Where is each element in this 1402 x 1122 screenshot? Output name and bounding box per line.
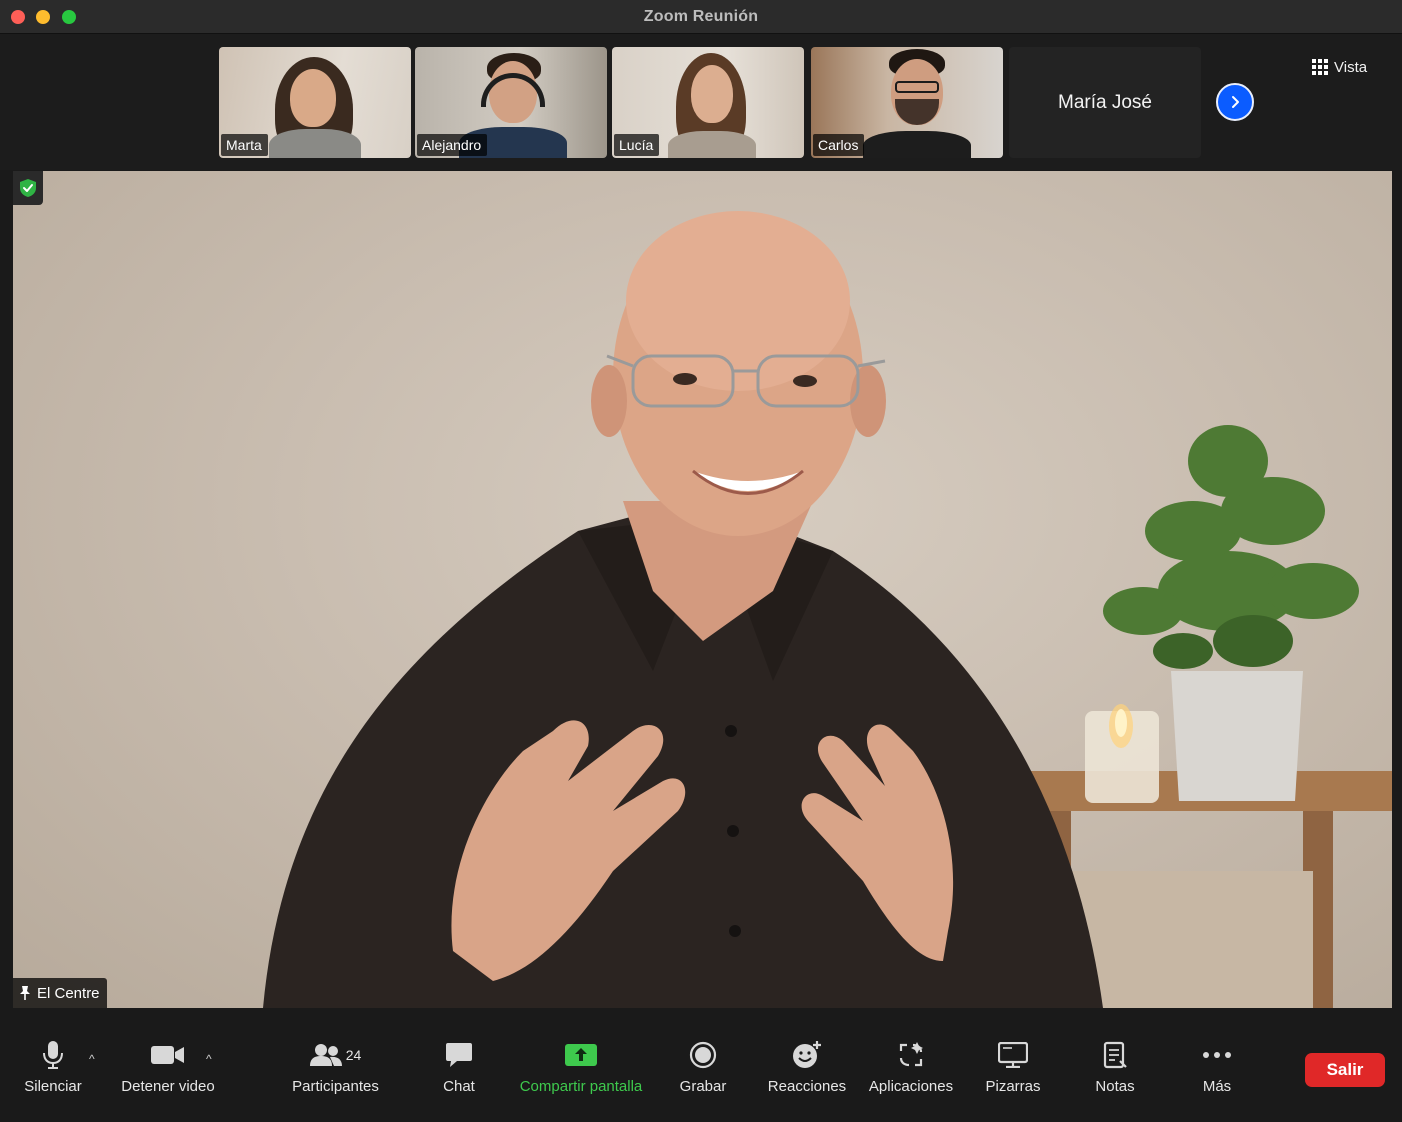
notes-label: Notas — [1095, 1078, 1135, 1095]
notes-button[interactable]: Notas — [1093, 1038, 1137, 1095]
record-icon — [689, 1041, 717, 1069]
notes-icon — [1103, 1041, 1127, 1069]
whiteboard-icon — [998, 1042, 1028, 1068]
filmstrip-next-button[interactable] — [1216, 83, 1254, 121]
microphone-icon — [43, 1041, 63, 1069]
mute-label: Silenciar — [24, 1078, 82, 1095]
record-button[interactable]: Grabar — [679, 1038, 727, 1095]
mute-button[interactable]: Silenciar — [22, 1038, 84, 1095]
glasses-icon — [895, 81, 939, 93]
whiteboards-label: Pizarras — [985, 1078, 1041, 1095]
reactions-button[interactable]: Reacciones — [766, 1038, 848, 1095]
pin-icon — [20, 986, 30, 1000]
participants-count: 24 — [345, 1047, 362, 1063]
participant-name: Lucía — [614, 134, 660, 156]
participants-label: Participantes — [292, 1078, 379, 1095]
grid-icon — [1312, 59, 1328, 75]
speaker-name: El Centre — [37, 984, 100, 1002]
chat-label: Chat — [443, 1078, 475, 1095]
shield-check-icon — [20, 179, 36, 197]
participants-button[interactable]: 24 Participantes — [289, 1038, 382, 1095]
participant-tile-maria-jose[interactable]: María José — [1009, 47, 1201, 158]
apps-icon — [899, 1042, 923, 1067]
view-button-label: Vista — [1334, 58, 1368, 76]
window-title: Zoom Reunión — [643, 8, 759, 25]
more-label: Más — [1202, 1078, 1232, 1095]
participant-name: Carlos — [813, 134, 865, 156]
view-button[interactable]: Vista — [1312, 54, 1367, 80]
chat-bubble-icon — [446, 1043, 472, 1067]
chevron-right-icon — [1232, 96, 1239, 108]
participants-icon — [309, 1044, 342, 1066]
leave-meeting-button[interactable]: Salir — [1305, 1053, 1385, 1087]
reactions-label: Reacciones — [767, 1078, 847, 1095]
audio-options-caret-icon[interactable]: ^ — [89, 1052, 95, 1066]
whiteboards-button[interactable]: Pizarras — [984, 1038, 1042, 1095]
participant-name: Alejandro — [417, 134, 488, 156]
participant-tile-lucia[interactable]: Lucía — [612, 47, 804, 158]
share-screen-button[interactable]: Compartir pantalla — [516, 1038, 646, 1095]
video-camera-icon — [151, 1046, 184, 1064]
chat-button[interactable]: Chat — [440, 1038, 478, 1095]
record-label: Grabar — [679, 1078, 727, 1095]
more-button[interactable]: Más — [1200, 1038, 1234, 1095]
speaker-name-label: El Centre — [13, 978, 107, 1008]
participant-tile-marta[interactable]: Marta — [219, 47, 411, 158]
active-speaker-video[interactable]: El Centre — [13, 171, 1392, 1008]
participant-filmstrip: Marta Alejandro Lucía Carlos María José — [0, 34, 1402, 170]
participant-name: María José — [1058, 91, 1152, 113]
title-bar: Zoom Reunión — [0, 0, 1402, 34]
apps-button[interactable]: Aplicaciones — [866, 1038, 956, 1095]
stop-video-button[interactable]: Detener video — [118, 1038, 218, 1095]
participant-tile-alejandro[interactable]: Alejandro — [415, 47, 607, 158]
reactions-smiley-icon — [793, 1041, 821, 1068]
apps-label: Aplicaciones — [868, 1078, 954, 1095]
video-options-caret-icon[interactable]: ^ — [206, 1052, 212, 1066]
speaker-video-frame — [263, 211, 1392, 1008]
security-badge[interactable] — [13, 171, 43, 205]
participant-name: Marta — [221, 134, 268, 156]
more-dots-icon — [1203, 1052, 1231, 1058]
share-screen-icon — [565, 1044, 597, 1066]
meeting-toolbar: Silenciar ^ Detener video ^ 24 Participa… — [0, 1008, 1402, 1122]
participant-tile-carlos[interactable]: Carlos — [811, 47, 1003, 158]
stop-video-label: Detener video — [121, 1078, 215, 1095]
share-screen-label: Compartir pantalla — [519, 1078, 643, 1095]
